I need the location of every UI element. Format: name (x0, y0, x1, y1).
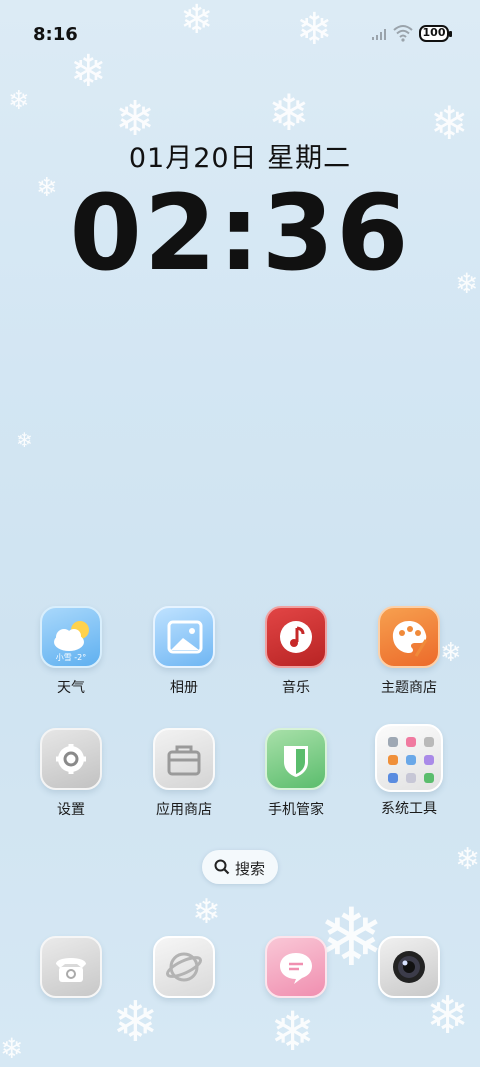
app-label: 手机管家 (268, 802, 324, 818)
weather-icon[interactable]: 小雪 -2° (40, 606, 102, 668)
snowflake-decoration: ❄ (192, 892, 221, 932)
snowflake-decoration: ❄ (112, 990, 159, 1055)
search-icon (214, 859, 230, 875)
snowflake-decoration: ❄ (270, 1000, 316, 1063)
dock-phone[interactable] (21, 936, 121, 998)
battery-icon: 100 (419, 25, 452, 42)
status-bar: 8:16 100 (0, 0, 480, 66)
signal-icon (372, 28, 388, 40)
app-label: 应用商店 (156, 802, 212, 818)
snowflake-decoration: ❄ (268, 84, 310, 142)
lock-date: 01月20日 星期二 (128, 143, 352, 174)
app-weather[interactable]: 小雪 -2° 天气 (21, 606, 121, 697)
search-button[interactable]: 搜索 (202, 850, 278, 884)
battery-level: 100 (422, 26, 446, 39)
camera-icon[interactable] (378, 936, 440, 998)
app-phone-manager[interactable]: 手机管家 (246, 728, 346, 819)
app-settings[interactable]: 设置 (21, 728, 121, 819)
app-label: 音乐 (282, 680, 310, 696)
phone-icon[interactable] (40, 936, 102, 998)
app-music[interactable]: 音乐 (246, 606, 346, 697)
folder-system-tools[interactable]: 系统工具 (359, 724, 459, 818)
wifi-icon (393, 25, 413, 42)
weather-badge: 小雪 -2° (55, 653, 87, 662)
app-app-store[interactable]: 应用商店 (134, 728, 234, 819)
clock-time[interactable]: 02:36 (0, 172, 480, 294)
app-label: 天气 (57, 680, 85, 696)
music-icon[interactable] (265, 606, 327, 668)
settings-icon[interactable] (40, 728, 102, 790)
app-label: 相册 (170, 680, 198, 696)
browser-icon[interactable] (153, 936, 215, 998)
snowflake-decoration: ❄ (8, 86, 30, 116)
app-theme-store[interactable]: 主题商店 (359, 606, 459, 697)
app-store-icon[interactable] (153, 728, 215, 790)
gallery-icon[interactable] (153, 606, 215, 668)
dock-browser[interactable] (134, 936, 234, 998)
theme-store-icon[interactable] (378, 606, 440, 668)
dock-camera[interactable] (359, 936, 459, 998)
search-label: 搜索 (235, 860, 266, 878)
status-time: 8:16 (33, 24, 78, 45)
snowflake-decoration: ❄ (16, 428, 33, 452)
snowflake-decoration: ❄ (455, 842, 480, 877)
app-gallery[interactable]: 相册 (134, 606, 234, 697)
app-label: 主题商店 (381, 680, 437, 696)
dock-messages[interactable] (246, 936, 346, 998)
messages-icon[interactable] (265, 936, 327, 998)
system-tools-folder-icon[interactable] (375, 724, 443, 792)
app-label: 设置 (57, 802, 85, 818)
snowflake-decoration: ❄ (0, 1032, 24, 1065)
app-label: 系统工具 (381, 801, 437, 817)
phone-manager-icon[interactable] (265, 728, 327, 790)
